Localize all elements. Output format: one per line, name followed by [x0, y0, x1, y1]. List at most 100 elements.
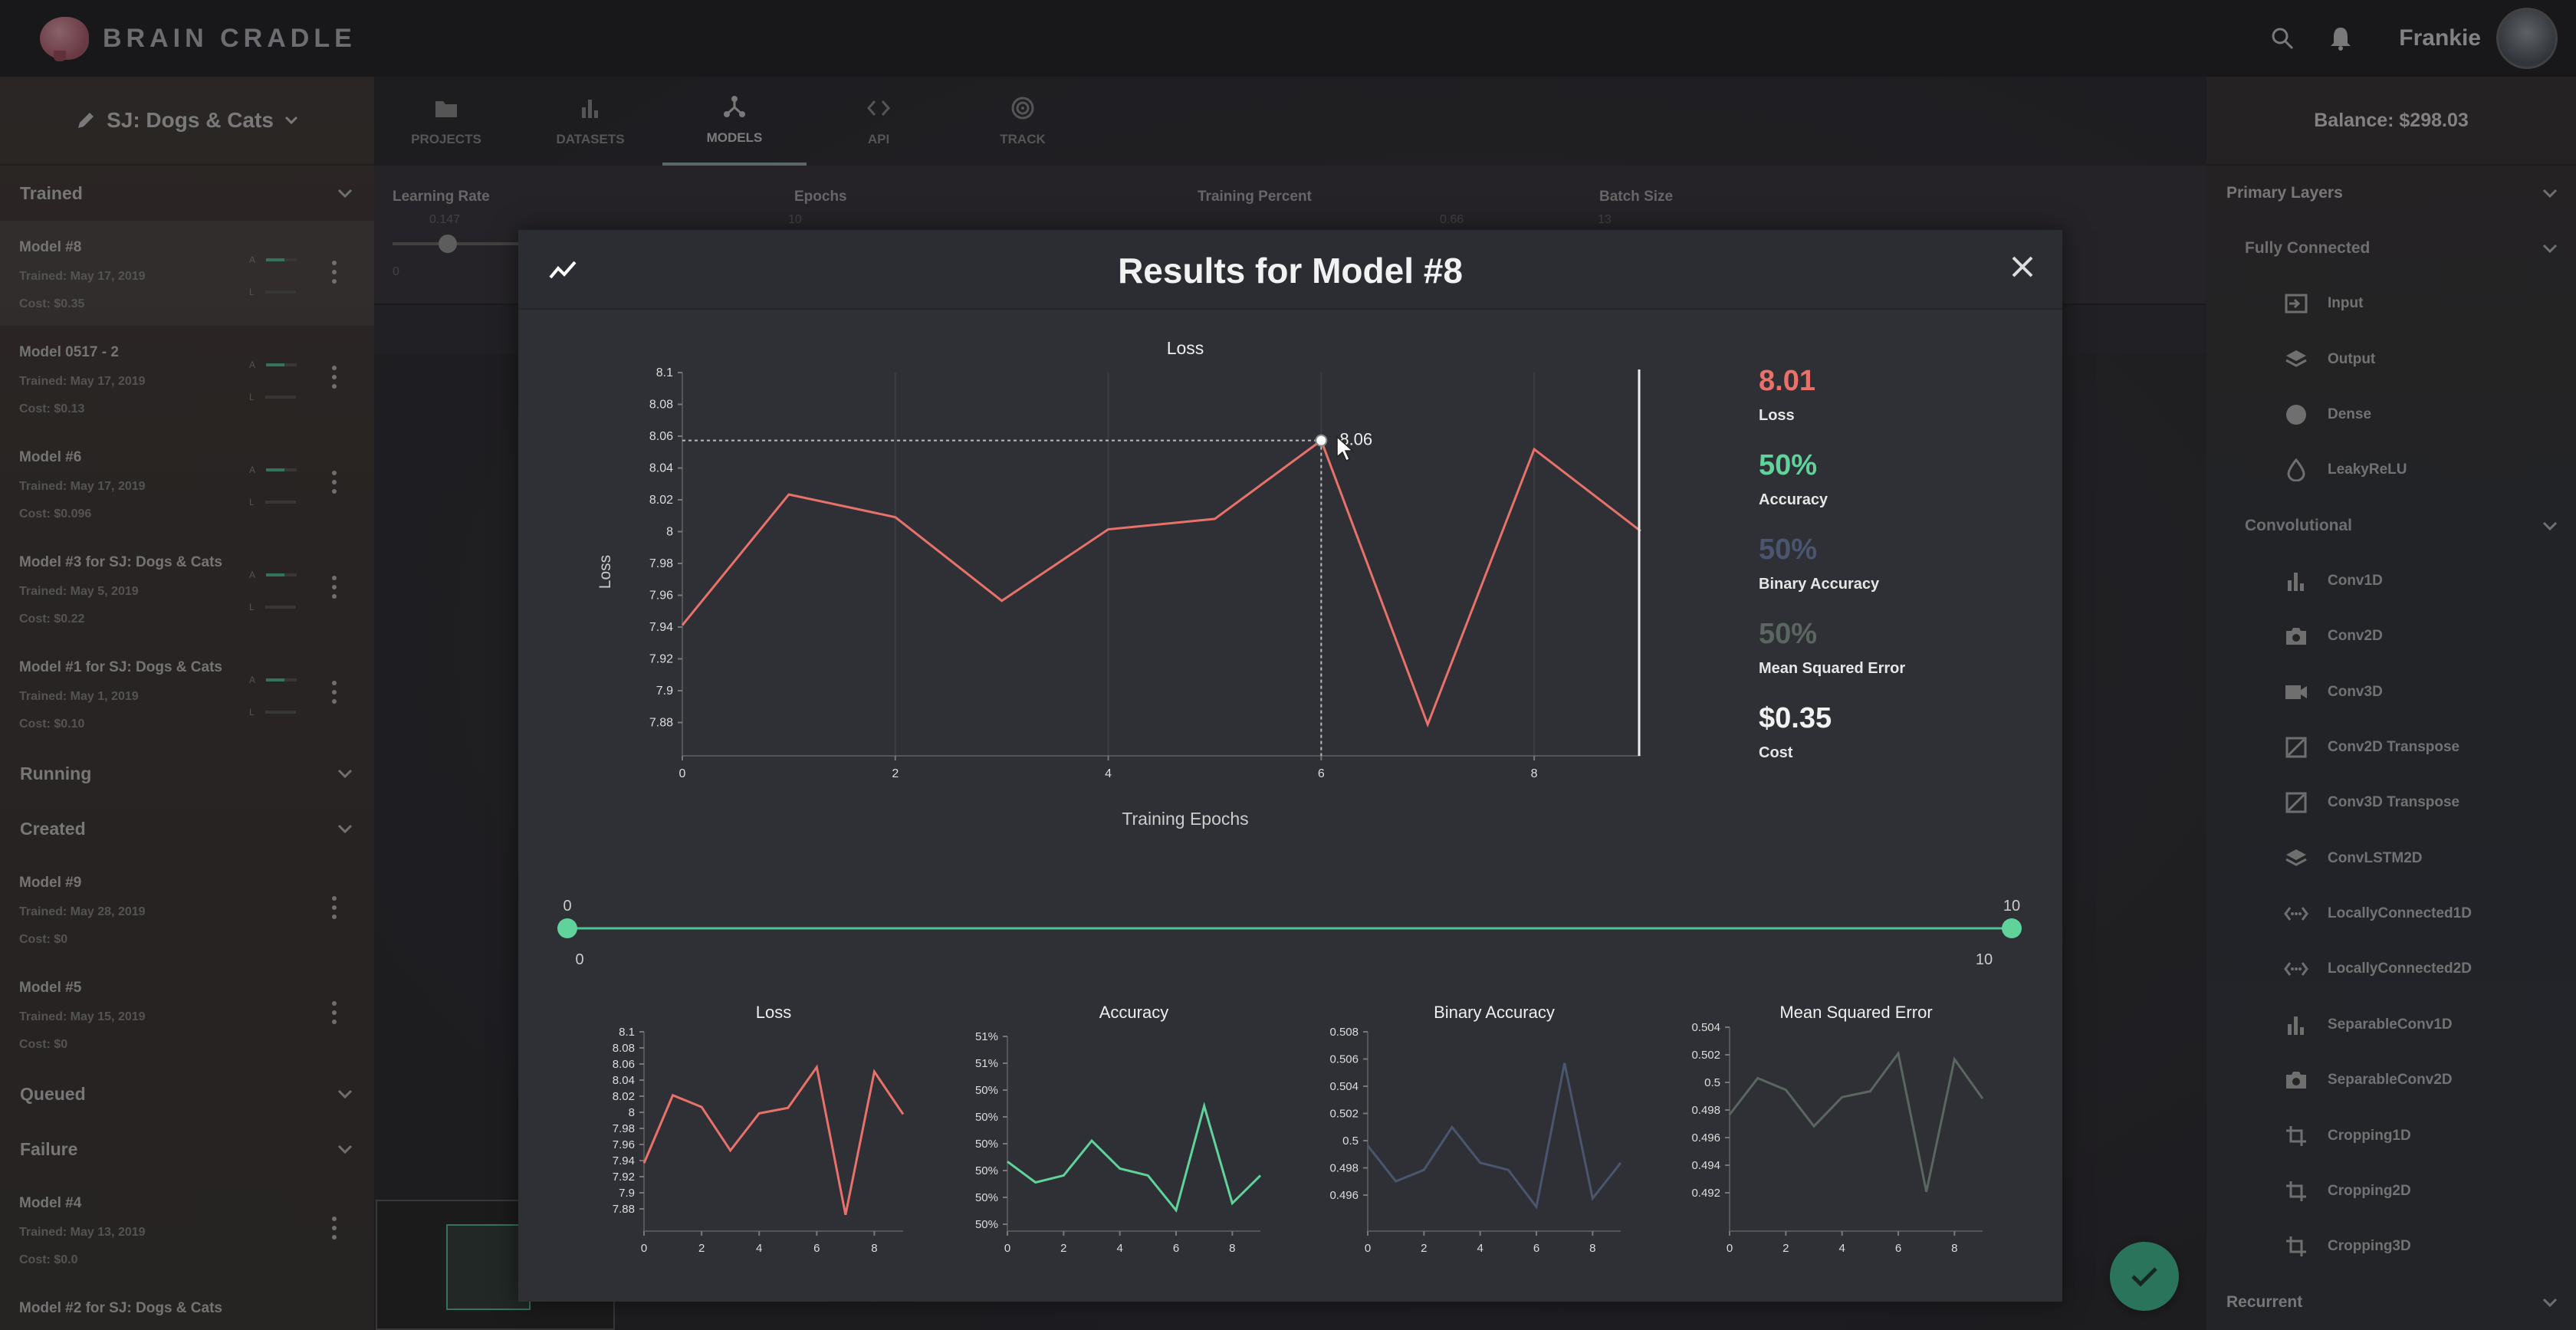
chart-title: Mean Squared Error [1779, 1003, 1932, 1022]
range-right-value: 10 [1976, 951, 1993, 968]
y-tick-label: 7.96 [613, 1138, 635, 1151]
x-tick-label: 2 [698, 1242, 705, 1255]
y-tick-label: 7.92 [649, 653, 673, 666]
results-modal: Results for Model #8 8.1 8.08 8.06 8.04 8.02… [518, 230, 2062, 1302]
y-tick-label: 8.08 [613, 1042, 635, 1055]
x-tick-label: 0 [679, 767, 686, 780]
metric-stat: 50% Mean Squared Error [1759, 618, 1905, 678]
y-tick-label: 8.08 [649, 399, 673, 412]
x-tick-label: 2 [1783, 1242, 1789, 1255]
y-tick-label: 50% [975, 1111, 998, 1124]
charts-area: 8.18.088.068.048.0287.987.967.947.927.97… [557, 338, 2022, 1255]
x-tick-label: 6 [1895, 1242, 1901, 1255]
series-line [642, 1064, 905, 1216]
y-tick-label: 50% [975, 1164, 998, 1177]
x-tick-label: 0 [1365, 1242, 1371, 1255]
x-tick-label: 0 [641, 1242, 647, 1255]
y-tick-label: 8.02 [613, 1090, 635, 1103]
y-tick-label: 0.492 [1691, 1187, 1720, 1200]
metric-label: Mean Squared Error [1759, 660, 1906, 677]
y-tick-label: 7.96 [649, 589, 673, 603]
range-handle-left[interactable] [557, 918, 577, 938]
x-tick-label: 6 [1533, 1242, 1539, 1255]
y-tick-label: 51% [975, 1030, 998, 1043]
y-tick-label: 0.498 [1329, 1162, 1359, 1175]
x-tick-label: 0 [1004, 1242, 1010, 1255]
chart-title: Binary Accuracy [1434, 1003, 1555, 1022]
y-tick-label: 7.88 [649, 717, 673, 730]
x-tick-label: 6 [1318, 767, 1325, 780]
y-tick-label: 50% [975, 1084, 998, 1097]
y-tick-label: 8 [629, 1106, 635, 1119]
y-tick-label: 0.502 [1329, 1108, 1359, 1121]
x-tick-label: 4 [1477, 1242, 1483, 1255]
y-axis-label: Loss [596, 555, 614, 589]
y-tick-label: 8.1 [619, 1026, 635, 1039]
y-tick-label: 8.1 [656, 366, 673, 379]
x-tick-label: 8 [871, 1242, 877, 1255]
y-tick-label: 7.9 [656, 685, 673, 698]
range-handle-right[interactable] [2002, 918, 2022, 938]
metric-stat: $0.35 Cost [1759, 702, 1832, 762]
x-tick-label: 8 [1531, 767, 1538, 780]
metric-value: 50% [1759, 534, 1818, 566]
chart-title: Loss [1167, 338, 1204, 358]
y-tick-label: 0.504 [1329, 1080, 1359, 1093]
y-tick-label: 7.9 [619, 1187, 635, 1200]
chart-title: Loss [756, 1003, 791, 1022]
metric-value: 50% [1759, 449, 1818, 481]
range-left-value: 0 [575, 951, 583, 968]
series-line [1007, 1102, 1262, 1213]
y-tick-label: 8.04 [649, 462, 673, 475]
x-tick-label: 0 [1727, 1242, 1733, 1255]
x-tick-label: 4 [1838, 1242, 1845, 1255]
y-tick-label: 8 [666, 526, 673, 539]
y-tick-label: 0.506 [1329, 1053, 1359, 1066]
y-tick-label: 0.496 [1329, 1189, 1359, 1202]
y-tick-label: 0.502 [1691, 1049, 1720, 1062]
metric-stat: 50% Binary Accuracy [1759, 534, 1879, 593]
chart-title: Accuracy [1099, 1003, 1168, 1022]
range-min-label: 0 [563, 898, 571, 915]
x-tick-label: 6 [1173, 1242, 1179, 1255]
x-tick-label: 2 [892, 767, 899, 780]
x-tick-label: 8 [1229, 1242, 1235, 1255]
y-tick-label: 7.98 [649, 557, 673, 570]
y-tick-label: 51% [975, 1057, 998, 1070]
y-tick-label: 50% [975, 1218, 998, 1231]
y-tick-label: 0.5 [1342, 1135, 1359, 1148]
x-tick-label: 4 [1105, 767, 1112, 780]
metric-label: Binary Accuracy [1759, 576, 1880, 593]
y-tick-label: 0.496 [1691, 1131, 1720, 1144]
y-tick-label: 50% [975, 1191, 998, 1204]
series-line [681, 438, 1641, 728]
y-tick-label: 7.92 [613, 1171, 635, 1184]
metric-stat: 50% Accuracy [1759, 449, 1828, 509]
y-tick-label: 7.98 [613, 1122, 635, 1135]
y-tick-label: 0.508 [1329, 1026, 1359, 1039]
y-tick-label: 0.498 [1691, 1104, 1720, 1117]
y-tick-label: 7.94 [649, 621, 673, 634]
x-tick-label: 2 [1060, 1242, 1066, 1255]
metric-label: Accuracy [1759, 491, 1829, 508]
y-tick-label: 50% [975, 1138, 998, 1151]
metric-value: 8.01 [1759, 365, 1815, 397]
range-max-label: 10 [2003, 898, 2020, 915]
y-tick-label: 8.04 [613, 1074, 635, 1087]
metric-label: Loss [1759, 407, 1795, 424]
x-tick-label: 4 [1116, 1242, 1122, 1255]
y-tick-label: 8.06 [613, 1058, 635, 1071]
x-tick-label: 2 [1421, 1242, 1427, 1255]
y-tick-label: 7.88 [613, 1203, 635, 1216]
x-tick-label: 8 [1951, 1242, 1957, 1255]
metric-value: $0.35 [1759, 702, 1832, 734]
y-tick-label: 0.504 [1691, 1021, 1720, 1034]
y-tick-label: 7.94 [613, 1154, 635, 1167]
metric-value: 50% [1759, 618, 1818, 650]
x-tick-label: 6 [813, 1242, 820, 1255]
metric-stat: 8.01 Loss [1759, 365, 1815, 425]
x-tick-label: 4 [756, 1242, 762, 1255]
y-tick-label: 0.494 [1691, 1159, 1720, 1172]
series-line [1728, 1050, 1984, 1193]
x-axis-label: Training Epochs [1122, 809, 1248, 829]
